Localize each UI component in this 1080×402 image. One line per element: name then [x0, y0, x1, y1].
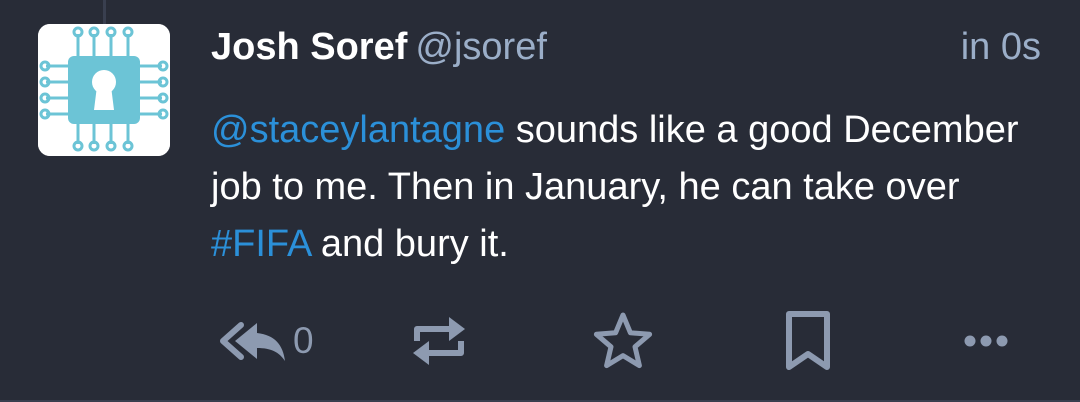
more-button[interactable]: [963, 306, 1009, 376]
bookmark-button[interactable]: [782, 306, 834, 376]
reply-count: 0: [293, 320, 314, 361]
hashtag-link[interactable]: #FIFA: [211, 223, 310, 265]
star-outline-icon: [593, 312, 653, 369]
account-handle[interactable]: @jsoref: [415, 26, 547, 68]
mention-link[interactable]: @staceylantagne: [211, 109, 505, 151]
content-text-end: and bury it.: [310, 223, 509, 265]
ellipsis-icon: [964, 335, 1008, 347]
bookmark-outline-icon: [786, 311, 830, 370]
favourite-button[interactable]: [592, 306, 654, 376]
keyhole-chip-icon: [38, 24, 170, 156]
action-bar: 0: [0, 306, 1080, 376]
reply-all-icon: [220, 322, 285, 361]
retweet-icon: [413, 317, 465, 365]
avatar[interactable]: [38, 24, 170, 156]
status-content: @staceylantagne sounds like a good Decem…: [211, 102, 1041, 273]
timestamp[interactable]: in 0s: [961, 22, 1041, 72]
status-header: Josh Soref @jsoref in 0s: [211, 22, 1041, 72]
status-card[interactable]: Josh Soref @jsoref in 0s @staceylantagne …: [0, 0, 1080, 402]
display-name[interactable]: Josh Soref: [211, 26, 407, 68]
boost-button[interactable]: [411, 306, 467, 376]
reply-button[interactable]: 0: [217, 306, 314, 376]
